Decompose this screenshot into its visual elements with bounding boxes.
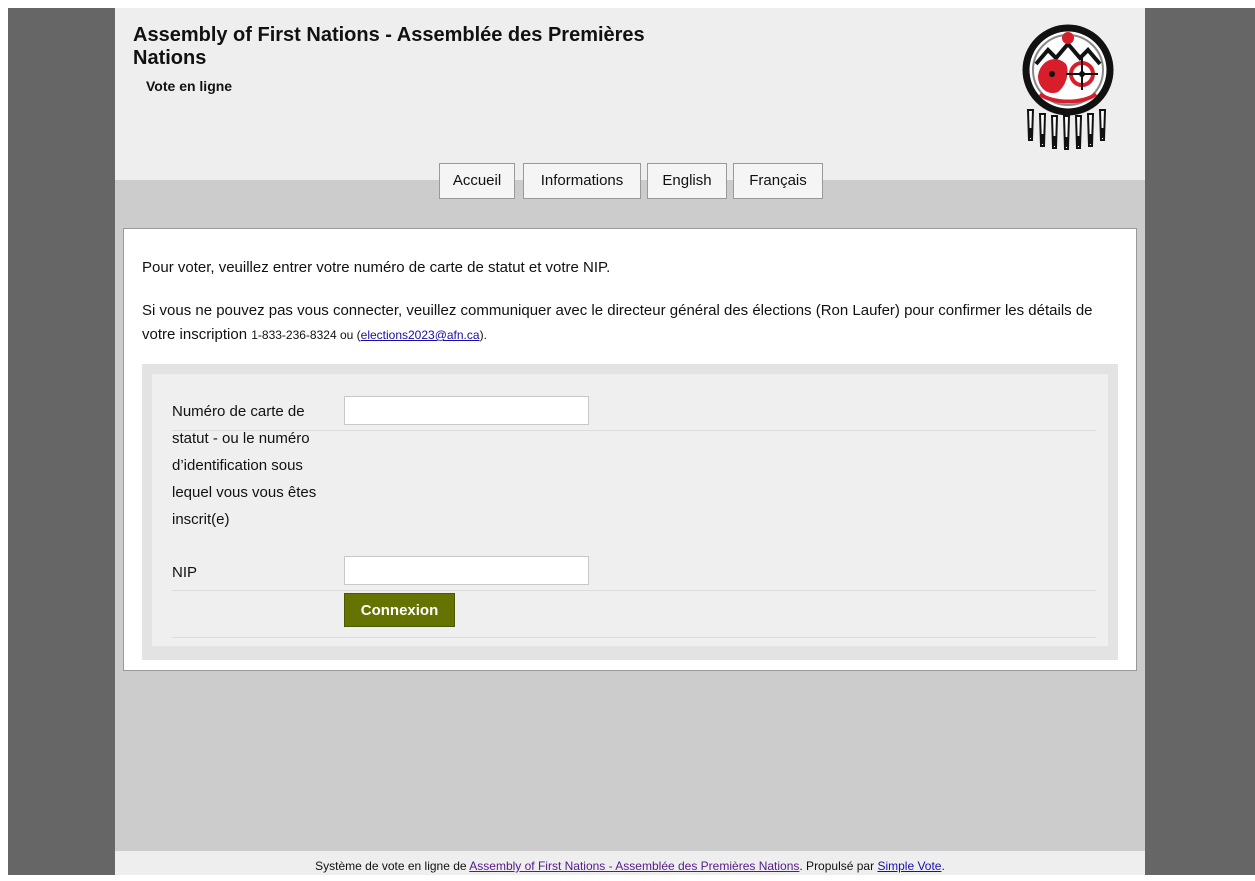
form-divider (172, 590, 1096, 591)
footer-middle: . Propulsé par (799, 859, 878, 873)
form-divider (172, 430, 1096, 431)
login-panel: Pour voter, veuillez entrer votre numéro… (123, 228, 1137, 671)
email-link[interactable]: elections2023@afn.ca (361, 328, 480, 342)
afn-logo-icon (1022, 24, 1114, 150)
footer-suffix: . (941, 859, 945, 873)
status-number-label-line-4: lequel vous vous êtes (172, 484, 317, 501)
footer-vendor-link[interactable]: Simple Vote (877, 859, 941, 873)
site-footer: Système de vote en ligne de Assembly of … (115, 851, 1145, 875)
form-divider (172, 637, 1096, 638)
left-margin (8, 8, 115, 875)
right-margin (1145, 8, 1255, 875)
nav-item-informations[interactable]: Informations (523, 163, 641, 199)
email-close: ). (479, 328, 487, 342)
status-number-label: Numéro de carte de statut - ou le numéro… (172, 398, 316, 533)
login-form-frame: Numéro de carte de statut - ou le numéro… (142, 364, 1118, 660)
site-header: Assembly of First Nations - Assemblée de… (115, 8, 1145, 180)
nav-item-accueil[interactable]: Accueil (439, 163, 515, 199)
page-wrapper: Assembly of First Nations - Assemblée de… (115, 8, 1145, 875)
site-subtitle: Vote en ligne (146, 78, 233, 94)
status-number-input[interactable] (344, 396, 589, 425)
status-number-label-line-3: d’identification sous (172, 457, 303, 474)
login-form: Numéro de carte de statut - ou le numéro… (152, 374, 1108, 646)
connexion-button[interactable]: Connexion (344, 593, 455, 627)
nip-input[interactable] (344, 556, 589, 585)
org-title: Assembly of First Nations - Assemblée de… (133, 24, 645, 69)
status-number-label-line-5: inscrit(e) (172, 511, 230, 528)
footer-prefix: Système de vote en ligne de (315, 859, 470, 873)
nav-item-english[interactable]: English (647, 163, 727, 199)
help-text: Si vous ne pouvez pas vous connecter, ve… (142, 299, 1122, 347)
phone-text: 1-833-236-8324 ou ( (251, 328, 361, 342)
intro-text: Pour voter, veuillez entrer votre numéro… (142, 259, 611, 276)
nav-item-francais[interactable]: Français (733, 163, 823, 199)
status-number-label-line-1: Numéro de carte de (172, 403, 305, 420)
nip-label: NIP (172, 564, 198, 581)
footer-org-link[interactable]: Assembly of First Nations - Assemblée de… (469, 859, 799, 873)
